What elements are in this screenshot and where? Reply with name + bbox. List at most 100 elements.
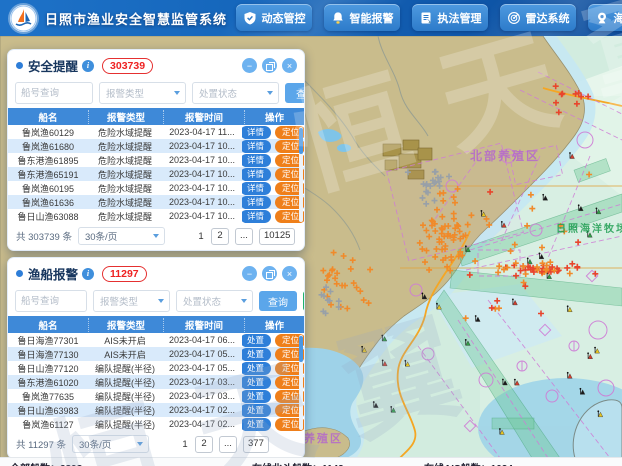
table-row[interactable]: 鲁岚渔77635编队提醒(半径)2023-04-17 03...处置定位 (8, 389, 304, 403)
nav-tab-smart-alarm[interactable]: 智能报警 (324, 4, 400, 31)
alarm-type-cell: 危险水域提醒 (88, 140, 162, 153)
handle-status-select[interactable]: 处置状态 (192, 82, 279, 104)
table-row[interactable]: 鲁日海渔77301AIS未开启2023-04-17 06...处置定位 (8, 333, 304, 347)
page-size-select[interactable]: 30条/页 (72, 435, 149, 453)
page-size-select[interactable]: 30条/页 (78, 227, 165, 245)
detail-button[interactable]: 详情 (242, 168, 271, 181)
page-button[interactable]: 377 (243, 436, 269, 453)
handle-button[interactable]: 处置 (242, 404, 271, 417)
scrollbar-thumb[interactable] (299, 128, 303, 154)
export-button[interactable]: 导出 (303, 291, 305, 311)
table-row[interactable]: 鲁岚渔61680危险水域提醒2023-04-17 10...详情定位 (8, 139, 304, 153)
alarm-type-cell: 危险水域提醒 (88, 154, 162, 167)
alarm-type-select[interactable]: 报警类型 (99, 82, 186, 104)
nav-tab-dynamic-control[interactable]: 动态管控 (236, 4, 312, 31)
alarm-table: 船名 报警类型 报警时间 操作 鲁岚渔60129危险水域提醒2023-04-17… (8, 108, 304, 223)
table-row[interactable]: 鲁日山渔63088危险水域提醒2023-04-17 10...详情定位 (8, 209, 304, 223)
page-button[interactable]: 1 (197, 231, 205, 242)
alarm-time-cell: 2023-04-17 02... (162, 405, 242, 415)
chevron-down-icon (158, 299, 164, 303)
page-button[interactable]: 1 (181, 439, 189, 450)
alarm-type-cell: AIS未开启 (88, 348, 162, 361)
row-actions: 详情定位 (242, 154, 304, 167)
table-row[interactable]: 鲁岚渔61636危险水域提醒2023-04-17 10...详情定位 (8, 195, 304, 209)
table-row[interactable]: 鲁东港渔61895危险水域提醒2023-04-17 10...详情定位 (8, 153, 304, 167)
ship-name-cell: 鲁东港渔61020 (8, 376, 88, 389)
table-header-row: 船名 报警类型 报警时间 操作 (8, 108, 304, 125)
info-icon[interactable]: i (82, 60, 94, 72)
handle-button[interactable]: 处置 (242, 376, 271, 389)
handle-button[interactable]: 处置 (242, 334, 271, 347)
query-button[interactable]: 查询 (259, 291, 297, 311)
table-row[interactable]: 鲁日山渔77120编队提醒(半径)2023-04-17 05...处置定位 (8, 361, 304, 375)
detail-button[interactable]: 详情 (242, 126, 271, 139)
alarm-time-cell: 2023-04-17 10... (162, 211, 242, 221)
table-row[interactable]: 鲁岚渔61127编队提醒(半径)2023-04-17 02...处置定位 (8, 417, 304, 431)
query-button[interactable]: 查询 (285, 83, 305, 103)
close-button[interactable]: × (282, 58, 297, 73)
handle-status-select[interactable]: 处置状态 (176, 290, 253, 312)
alarm-bell-icon (331, 11, 345, 25)
chevron-down-icon (241, 299, 247, 303)
minimize-button[interactable]: − (242, 58, 257, 73)
ship-name-cell: 鲁岚渔61636 (8, 196, 88, 209)
detail-button[interactable]: 详情 (242, 196, 271, 209)
close-button[interactable]: × (282, 266, 297, 281)
count-badge: 11297 (102, 266, 147, 282)
nav-tab-radar-system[interactable]: 雷达系统 (500, 4, 576, 31)
handle-button[interactable]: 处置 (242, 362, 271, 375)
row-actions: 处置定位 (242, 376, 304, 389)
detail-button[interactable]: 详情 (242, 182, 271, 195)
table-row[interactable]: 鲁岚渔60195危险水域提醒2023-04-17 10...详情定位 (8, 181, 304, 195)
page-button[interactable]: 10125 (259, 228, 295, 245)
camera-icon (595, 11, 609, 25)
alarm-time-cell: 2023-04-17 10... (162, 183, 242, 193)
alarm-type-cell: 编队提醒(半径) (88, 362, 162, 375)
scrollbar-thumb[interactable] (299, 336, 303, 362)
detail-button[interactable]: 详情 (242, 140, 271, 153)
table-row[interactable]: 鲁日海渔77130AIS未开启2023-04-17 05...处置定位 (8, 347, 304, 361)
table-row[interactable]: 鲁东港渔65191危险水域提醒2023-04-17 10...详情定位 (8, 167, 304, 181)
brand: 日照市渔业安全智慧监管系统 (10, 0, 227, 36)
select-placeholder: 报警类型 (106, 86, 144, 100)
page-size-value: 30条/页 (79, 437, 111, 451)
ship-name-cell: 鲁东港渔65191 (8, 168, 88, 181)
chevron-down-icon (267, 91, 273, 95)
panel-dot (16, 62, 23, 69)
page-ellipsis[interactable]: ... (235, 228, 253, 245)
page-button[interactable]: 2 (211, 228, 229, 245)
handle-button[interactable]: 处置 (242, 348, 271, 361)
status-bar: 全部船数：3898 在线北斗船数：1143 在线AIS船数：1024 (0, 457, 622, 466)
detail-button[interactable]: 详情 (242, 210, 271, 223)
nav-tab-coast-monitoring[interactable]: 海岸监控 (588, 4, 622, 31)
row-actions: 详情定位 (242, 168, 304, 181)
alarm-time-cell: 2023-04-17 10... (162, 155, 242, 165)
handle-button[interactable]: 处置 (242, 418, 271, 431)
minimize-button[interactable]: − (242, 266, 257, 281)
table-row[interactable]: 鲁东港渔61020编队提醒(半径)2023-04-17 03...处置定位 (8, 375, 304, 389)
alarm-type-cell: 编队提醒(半径) (88, 390, 162, 403)
restore-button[interactable] (262, 58, 277, 73)
alarm-type-cell: 危险水域提醒 (88, 196, 162, 209)
table-row[interactable]: 鲁日山渔63983编队提醒(半径)2023-04-17 02...处置定位 (8, 403, 304, 417)
table-row[interactable]: 鲁岚渔60129危险水域提醒2023-04-17 11...详情定位 (8, 125, 304, 139)
restore-button[interactable] (262, 266, 277, 281)
ship-name-cell: 鲁岚渔60195 (8, 182, 88, 195)
ship-name-cell: 鲁岚渔61127 (8, 418, 88, 431)
ship-name-cell: 鲁日山渔77120 (8, 362, 88, 375)
info-icon[interactable]: i (82, 268, 94, 280)
shield-check-icon (243, 11, 257, 25)
handle-button[interactable]: 处置 (242, 390, 271, 403)
table-header-row: 船名 报警类型 报警时间 操作 (8, 316, 304, 333)
alarm-type-select[interactable]: 报警类型 (93, 290, 170, 312)
select-placeholder: 报警类型 (100, 294, 138, 308)
detail-button[interactable]: 详情 (242, 154, 271, 167)
page-ellipsis[interactable]: ... (219, 436, 237, 453)
ship-search-input[interactable] (15, 82, 93, 104)
panel-title: 渔船报警 (28, 264, 78, 283)
ship-search-input[interactable] (15, 290, 87, 312)
page-button[interactable]: 2 (195, 436, 213, 453)
alarm-time-cell: 2023-04-17 05... (162, 349, 242, 359)
nav-tab-law-enforcement[interactable]: 执法管理 (412, 4, 488, 31)
table-scrollbar (299, 335, 303, 430)
